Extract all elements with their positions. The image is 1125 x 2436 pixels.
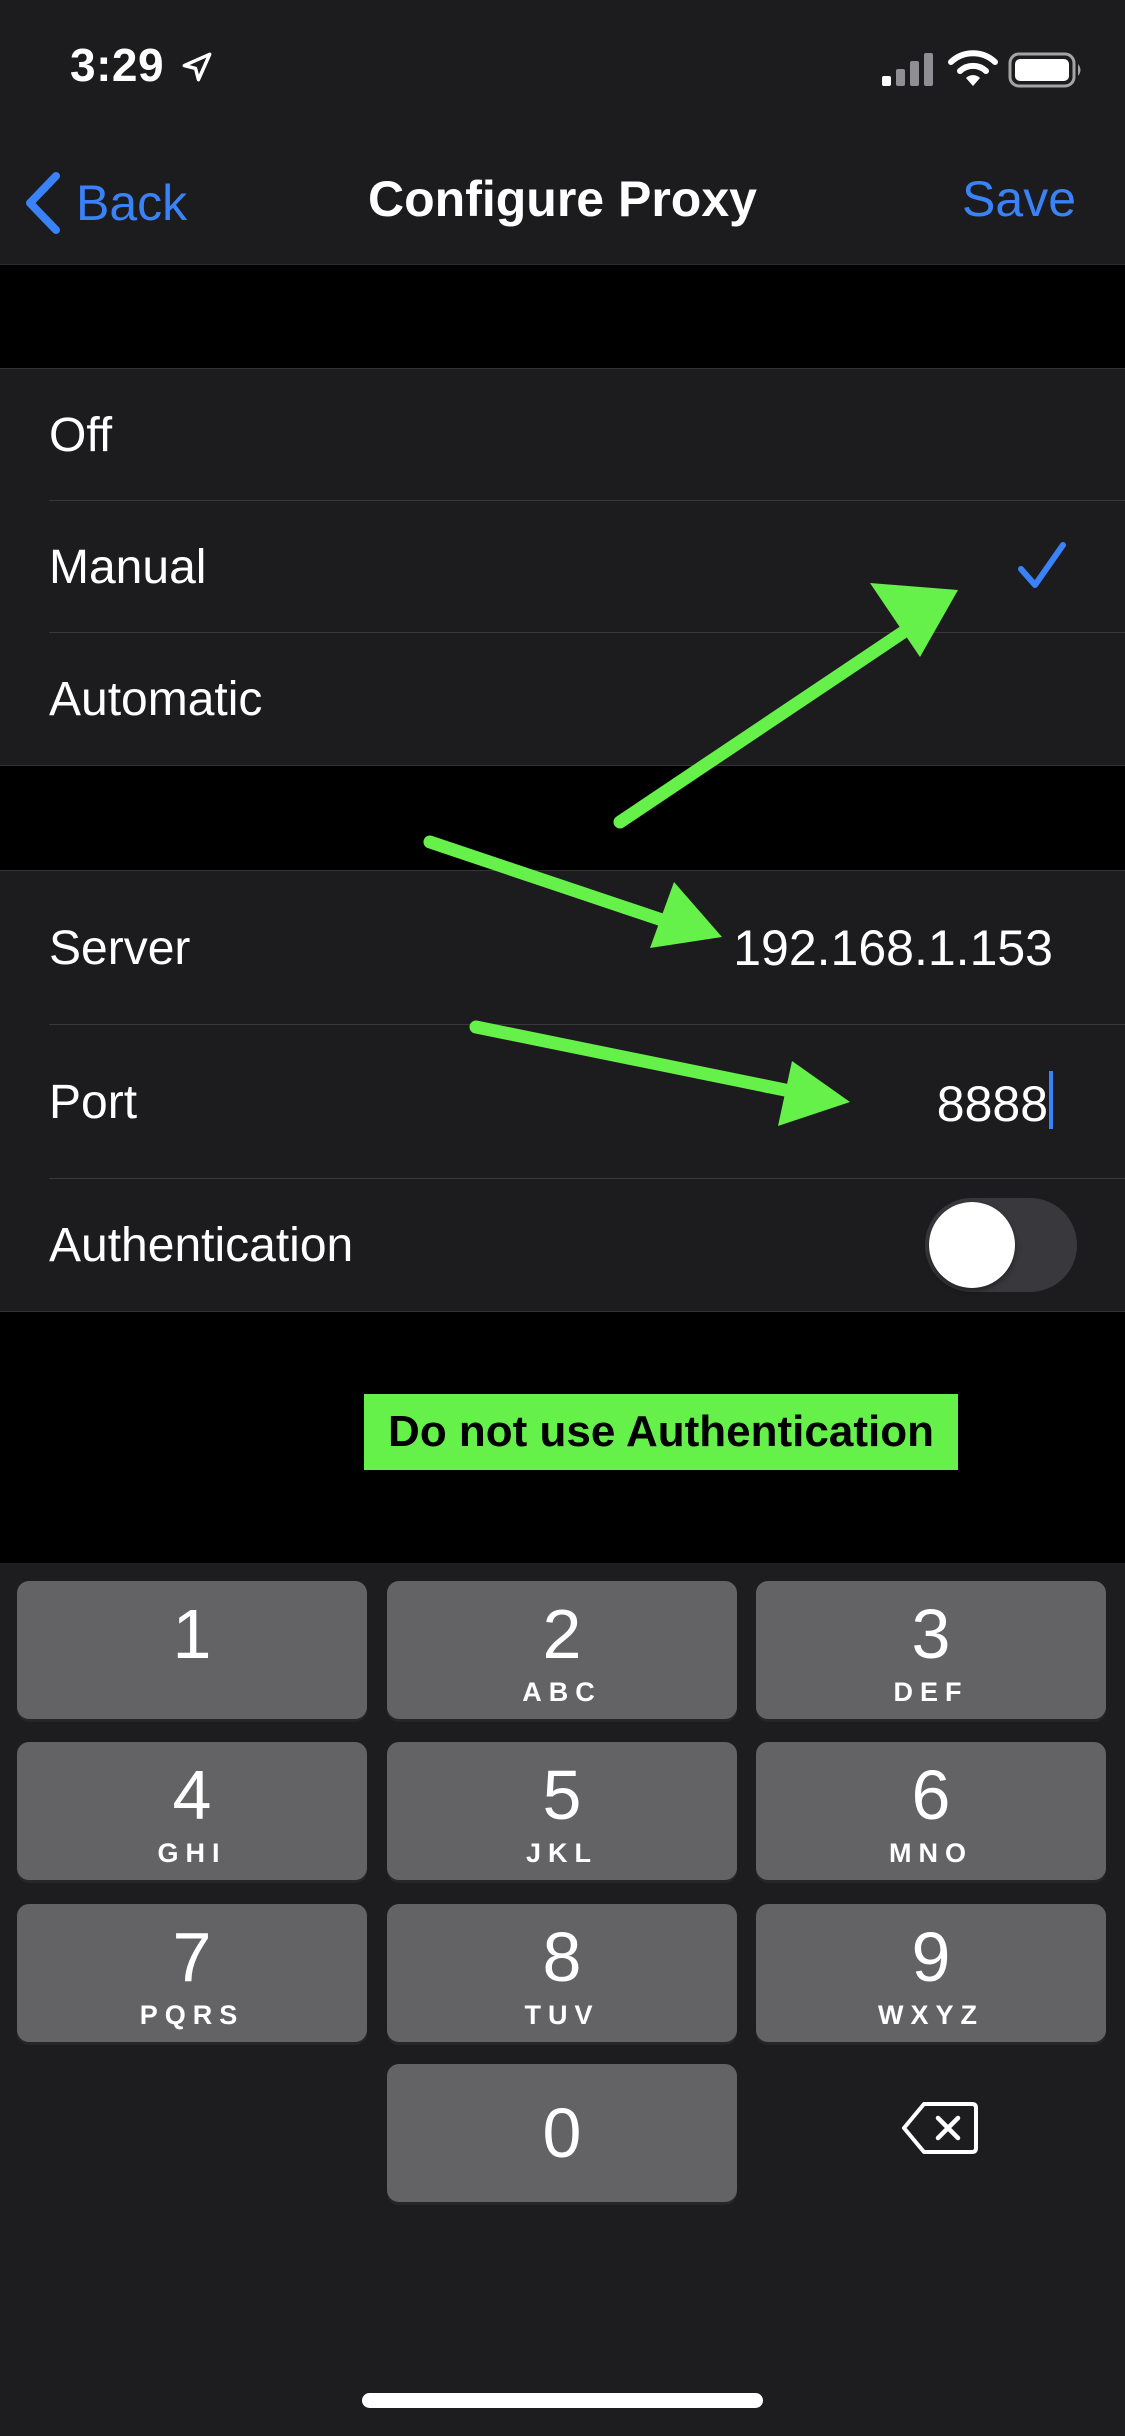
key-1[interactable]: 1 — [17, 1581, 367, 1719]
proxy-mode-group: Off Manual Automatic — [0, 368, 1125, 766]
navigation-bar: Back Configure Proxy Save — [0, 140, 1125, 265]
wifi-icon — [948, 50, 998, 86]
key-6[interactable]: 6 MNO — [756, 1742, 1106, 1880]
key-7[interactable]: 7 PQRS — [17, 1904, 367, 2042]
key-letters: JKL — [525, 1838, 598, 1868]
checkmark-icon — [1018, 542, 1066, 588]
authentication-label: Authentication — [49, 1218, 354, 1272]
save-button[interactable]: Save — [962, 170, 1076, 228]
key-letters: DEF — [893, 1677, 969, 1707]
key-digit: 1 — [172, 1595, 212, 1673]
key-digit: 2 — [542, 1595, 582, 1673]
toggle-knob — [929, 1202, 1015, 1288]
key-digit: 0 — [542, 2094, 582, 2172]
mode-option-label: Automatic — [49, 672, 263, 726]
key-9[interactable]: 9 WXYZ — [756, 1904, 1106, 2042]
page-title: Configure Proxy — [368, 171, 757, 227]
mode-option-label: Off — [49, 408, 113, 462]
key-letters: PQRS — [139, 2000, 245, 2030]
authentication-row: Authentication — [0, 1179, 1125, 1311]
server-row[interactable]: Server 192.168.1.153 — [0, 871, 1125, 1025]
mode-option-off[interactable]: Off — [0, 369, 1125, 501]
key-8[interactable]: 8 TUV — [387, 1904, 737, 2042]
key-5[interactable]: 5 JKL — [387, 1742, 737, 1880]
key-letters: TUV — [524, 2000, 600, 2030]
key-2[interactable]: 2 ABC — [387, 1581, 737, 1719]
key-digit: 7 — [172, 1918, 212, 1996]
key-digit: 8 — [542, 1918, 582, 1996]
port-value: 8888 — [936, 1076, 1048, 1132]
key-0[interactable]: 0 — [387, 2064, 737, 2202]
home-indicator — [362, 2393, 763, 2408]
mode-option-automatic[interactable]: Automatic — [0, 633, 1125, 765]
status-bar: 3:29 — [0, 0, 1125, 140]
annotation-note: Do not use Authentication — [364, 1394, 958, 1470]
key-3[interactable]: 3 DEF — [756, 1581, 1106, 1719]
server-field[interactable]: 192.168.1.153 — [733, 919, 1053, 977]
key-digit: 4 — [172, 1756, 212, 1834]
key-letters: WXYZ — [878, 2000, 984, 2030]
port-field[interactable]: 8888 — [937, 1071, 1053, 1133]
location-arrow-icon — [182, 52, 212, 82]
key-4[interactable]: 4 GHI — [17, 1742, 367, 1880]
key-letters: MNO — [889, 1838, 973, 1868]
key-letters: ABC — [522, 1677, 602, 1707]
text-cursor — [1049, 1071, 1053, 1129]
mode-option-manual[interactable]: Manual — [0, 501, 1125, 633]
key-digit: 5 — [542, 1756, 582, 1834]
port-row[interactable]: Port 8888 — [0, 1025, 1125, 1179]
mode-option-label: Manual — [49, 540, 207, 594]
proxy-config-group: Server 192.168.1.153 Port 8888 Authentic… — [0, 870, 1125, 1312]
key-digit: 6 — [911, 1756, 951, 1834]
key-letters: GHI — [157, 1838, 227, 1868]
battery-icon — [1008, 52, 1081, 88]
key-digit: 3 — [911, 1595, 951, 1673]
status-time: 3:29 — [70, 39, 165, 91]
port-label: Port — [49, 1075, 138, 1129]
backspace-icon[interactable] — [900, 2098, 980, 2158]
key-digit: 9 — [911, 1918, 951, 1996]
server-label: Server — [49, 921, 191, 975]
authentication-toggle[interactable] — [925, 1198, 1077, 1292]
cellular-signal-icon — [882, 53, 933, 86]
